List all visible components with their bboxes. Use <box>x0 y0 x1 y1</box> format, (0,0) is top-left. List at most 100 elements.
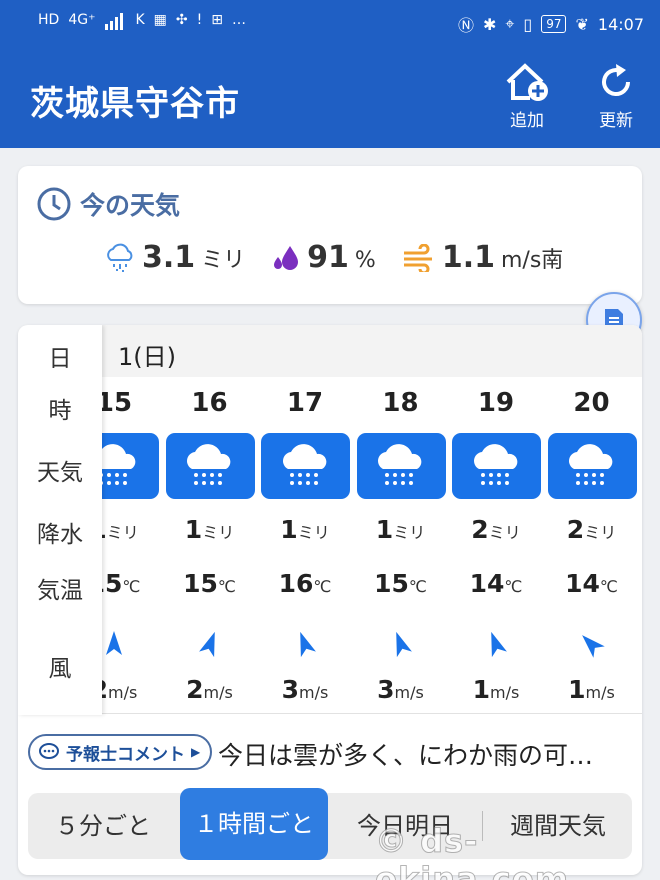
watermark: © ds-okina.com <box>375 822 570 880</box>
current-precip-unit: ミリ <box>201 248 246 273</box>
temp-unit: ℃ <box>599 577 618 596</box>
hour-column: 17 1ミリ 16℃ 3m/s <box>258 377 352 717</box>
hour-wind: 1m/s <box>545 675 639 704</box>
leaf-icon: ❦ <box>575 14 589 34</box>
wind-unit: m/s <box>585 683 615 702</box>
tab-hourly[interactable]: １時間ごと <box>180 788 328 860</box>
hour-precip: 1ミリ <box>354 515 448 544</box>
temp-unit: ℃ <box>122 577 141 596</box>
hour-label: 18 <box>382 388 419 418</box>
current-humidity-unit: % <box>354 248 376 273</box>
fan-icon: ✣ <box>175 12 188 28</box>
rain-weather-icon <box>261 433 350 499</box>
refresh-label: 更新 <box>599 111 633 131</box>
wind-direction-arrow-icon <box>163 625 257 665</box>
temp-unit: ℃ <box>217 577 236 596</box>
hour-label: 17 <box>286 388 324 418</box>
precip-value: 2 <box>566 515 585 544</box>
temp-unit: ℃ <box>504 577 523 596</box>
alert-icon: ! <box>196 12 203 28</box>
hour-temp: 15℃ <box>354 569 448 598</box>
calendar-icon: ▦ <box>153 12 167 28</box>
row-label-precip: 降水 <box>37 522 83 548</box>
wind-unit: m/s <box>108 683 138 702</box>
precip-value: 1 <box>184 515 203 544</box>
forecaster-comment-label: 予報士コメント <box>66 744 185 765</box>
current-humidity: 91 % <box>271 240 376 275</box>
hour-label: 20 <box>573 388 610 418</box>
current-weather-heading: 今の天気 <box>36 186 180 222</box>
wind-unit: m/s <box>299 683 329 702</box>
hour-wind: 1m/s <box>449 675 543 704</box>
row-label-wind: 風 <box>48 656 72 682</box>
hour-label: 19 <box>477 388 515 418</box>
wind-value: 3 <box>281 675 300 704</box>
forecaster-comment-badge[interactable]: 予報士コメント ▶ <box>28 734 213 770</box>
humidity-drops-icon <box>274 245 299 270</box>
wind-direction-arrow-icon <box>449 625 543 665</box>
precip-value: 2 <box>471 515 489 544</box>
refresh-icon <box>602 64 630 96</box>
more-notifications-icon: … <box>231 12 246 28</box>
current-wind-value: 1.1 <box>441 240 495 275</box>
hour-label: 16 <box>191 388 228 418</box>
hour-precip: 2ミリ <box>545 515 639 544</box>
precip-unit: ミリ <box>202 523 235 542</box>
hour-temp: 15℃ <box>163 569 257 598</box>
hour-column: 16 1ミリ 15℃ 2m/s <box>163 377 257 717</box>
vibrate-icon: ▯ <box>523 14 533 34</box>
add-location-button[interactable]: 追加 <box>497 62 557 131</box>
refresh-button[interactable]: 更新 <box>586 62 646 131</box>
apps-icon: ⊞ <box>211 12 223 28</box>
wind-unit: m/s <box>490 683 520 702</box>
temp-value: 16 <box>278 569 314 598</box>
add-label: 追加 <box>510 111 544 131</box>
tab-5min[interactable]: ５分ごと <box>28 793 178 859</box>
current-weather-card: 今の天気 3.1 ミリ 91 % 1.1 m/s南 <box>18 166 642 304</box>
location-icon: ⌖ <box>505 14 515 33</box>
temp-value: 15 <box>183 569 218 598</box>
hour-wind: 3m/s <box>258 675 352 704</box>
wind-unit: m/s <box>394 683 424 702</box>
temp-unit: ℃ <box>408 577 427 596</box>
precip-unit: ミリ <box>584 523 617 542</box>
wind-direction-arrow-icon <box>354 625 448 665</box>
status-bar: HD 4G⁺ K ▦ ✣ ! ⊞ … Ⓝ ✱ ⌖ ▯ 97 ❦ 14:07 <box>0 0 660 46</box>
network-4g-icon: 4G⁺ <box>68 12 96 28</box>
chevron-right-icon: ▶ <box>191 745 201 759</box>
signal-icon <box>104 12 126 34</box>
hour-temp: 14℃ <box>449 569 543 598</box>
clock-time: 14:07 <box>597 14 644 34</box>
forecast-date: 1(日) <box>118 343 176 371</box>
hour-precip: 2ミリ <box>449 515 543 544</box>
battery-indicator: 97 <box>541 15 567 33</box>
current-precipitation: 3.1 ミリ <box>104 240 245 275</box>
precip-unit: ミリ <box>297 523 330 542</box>
app-bar: 茨城県守谷市 追加 更新 <box>0 46 660 148</box>
wind-direction-arrow-icon <box>258 625 352 665</box>
current-humidity-value: 91 <box>307 240 349 275</box>
hour-column: 18 1ミリ 15℃ 3m/s <box>354 377 448 717</box>
rain-weather-icon <box>452 433 541 499</box>
row-label-hour: 時 <box>48 398 72 424</box>
rain-cloud-icon <box>107 243 133 272</box>
hourly-columns[interactable]: 151ミリ15℃2m/s161ミリ15℃2m/s171ミリ16℃3m/s181ミ… <box>18 377 642 717</box>
hour-precip: 1ミリ <box>163 515 257 544</box>
location-title: 茨城県守谷市 <box>30 84 240 124</box>
hour-column: 20 2ミリ 14℃ 1m/s <box>545 377 639 717</box>
current-weather-values: 3.1 ミリ 91 % 1.1 m/s南 <box>104 240 563 275</box>
speech-bubble-icon <box>39 743 59 759</box>
nfc-icon: Ⓝ <box>457 16 474 35</box>
wind-value: 1 <box>472 675 491 704</box>
current-precip-value: 3.1 <box>142 240 196 275</box>
hour-column: 19 2ミリ 14℃ 1m/s <box>449 377 543 717</box>
temp-value: 14 <box>565 569 600 598</box>
forecaster-comment-row[interactable]: 予報士コメント ▶ 今日は雲が多く、にわか雨の可… <box>18 713 642 785</box>
hour-wind: 2m/s <box>163 675 257 704</box>
temp-value: 14 <box>469 569 505 598</box>
clock-icon <box>37 187 71 221</box>
wind-value: 2 <box>186 675 204 704</box>
precip-unit: ミリ <box>393 523 426 542</box>
row-label-temp: 気温 <box>37 578 83 604</box>
hour-precip: 1ミリ <box>258 515 352 544</box>
